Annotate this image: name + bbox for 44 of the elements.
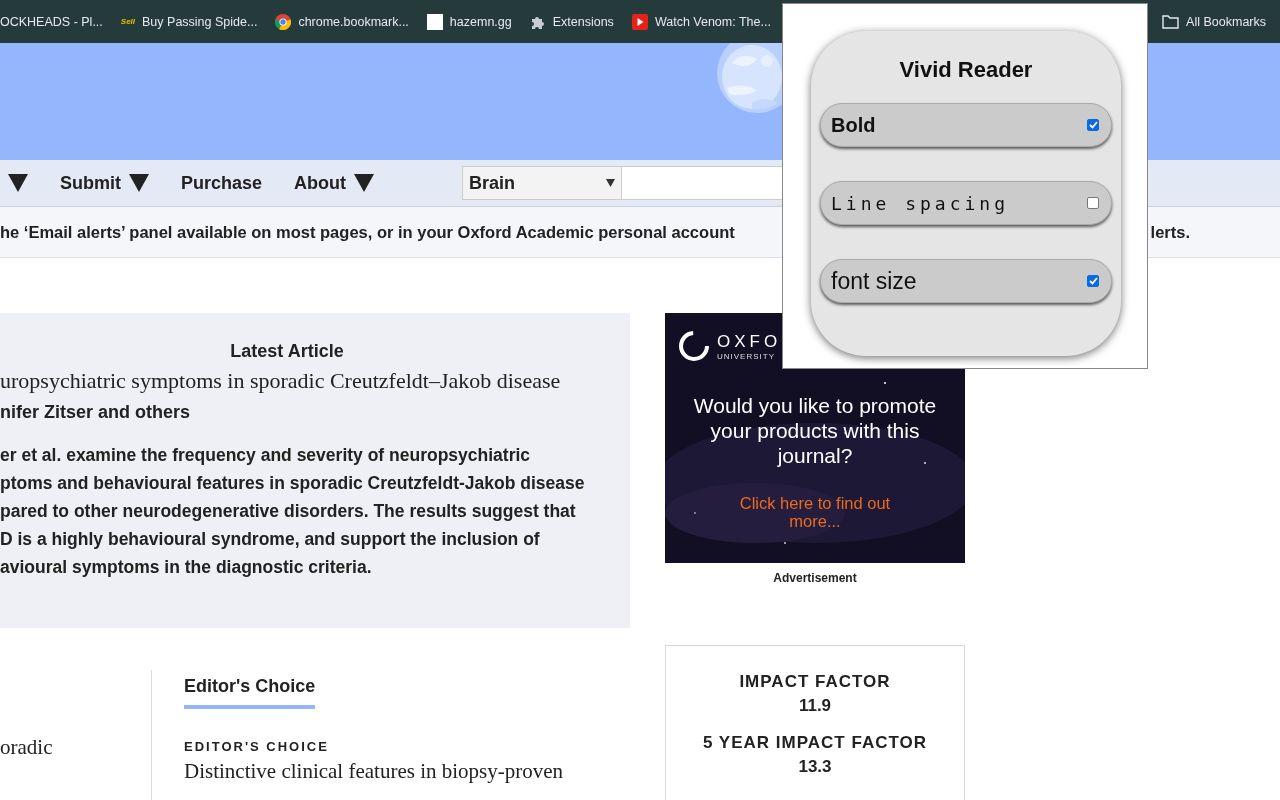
option-toggle[interactable]: Bold [820, 103, 1112, 147]
page-icon [426, 13, 443, 30]
checkbox[interactable] [1087, 197, 1099, 209]
brand-name: OXFO [717, 331, 782, 352]
nav-item[interactable]: About [294, 172, 375, 194]
article-kicker: EDITOR'S CHOICE [184, 739, 330, 754]
advert-headline: Would you like to promote your products with this journal? [692, 393, 938, 468]
article-title[interactable]: Distinctive clinical features in biopsy-proven [184, 759, 630, 784]
logo-icon [679, 331, 709, 361]
all-bookmarks[interactable]: All Bookmarks [1162, 14, 1266, 29]
bookmark[interactable]: chrome.bookmark... [275, 13, 409, 30]
advert-link[interactable]: Click here to find out more... [715, 494, 915, 530]
option-toggle[interactable]: Line spacing [820, 181, 1112, 225]
article-title[interactable]: uropsychiatric symptoms in sporadic Creutzfeldt–Jakob disease [0, 368, 630, 394]
article-authors: nifer Zitser and others [0, 402, 192, 423]
play-icon [631, 13, 648, 30]
nav-item[interactable]: Purchase [181, 172, 263, 194]
advert-label: Advertisement [773, 571, 857, 585]
alert-text: he ‘Email alerts’ panel available on most pages, or in your Oxford Academic personal account [0, 222, 735, 242]
bookmark[interactable]: Extensions [529, 13, 614, 30]
article-title[interactable]: oradic [0, 735, 151, 760]
section-heading: Latest Article [229, 341, 345, 362]
article-abstract: er et al. examine the frequency and severity of neuropsychiatric ptoms and behavioural features in sporadic Creutzfeldt-Jakob disease pared to other neurodegenerative disorders. The results suggest that D is a highly behavioural syndrome, and support the inclusion of avioural symptoms in the diagnostic criteria. [0, 444, 586, 579]
metric-value: 11.9 [798, 696, 832, 716]
option-toggle[interactable]: font size [820, 259, 1112, 303]
dropdown-icon [606, 179, 616, 187]
bookmark[interactable]: hazemn.gg [426, 13, 512, 30]
scope-select[interactable]: Brain [462, 166, 623, 200]
checkbox[interactable] [1087, 119, 1099, 131]
nav-item[interactable]: Submit [60, 172, 149, 194]
chrome-icon [275, 13, 292, 30]
bookmark[interactable]: Sell Buy Passing Spide... [120, 14, 258, 29]
bookmark[interactable]: OCKHEADS - Pl... [0, 14, 103, 29]
sell-icon: Sell [120, 17, 136, 26]
editors-choice-tab[interactable]: Editor's Choice [184, 676, 316, 709]
metric-name: IMPACT FACTOR [739, 672, 891, 692]
checkbox[interactable] [1087, 275, 1099, 287]
alert-text: lerts. [1150, 222, 1190, 242]
popup-title: Vivid Reader [899, 57, 1033, 83]
brand-subtitle: UNIVERSITY [717, 351, 776, 361]
metric-name: 5 YEAR IMPACT FACTOR [703, 733, 927, 753]
bookmark[interactable]: Watch Venom: The... [631, 13, 771, 30]
metric-value: 13.3 [798, 757, 832, 777]
folder-icon [1162, 14, 1180, 29]
